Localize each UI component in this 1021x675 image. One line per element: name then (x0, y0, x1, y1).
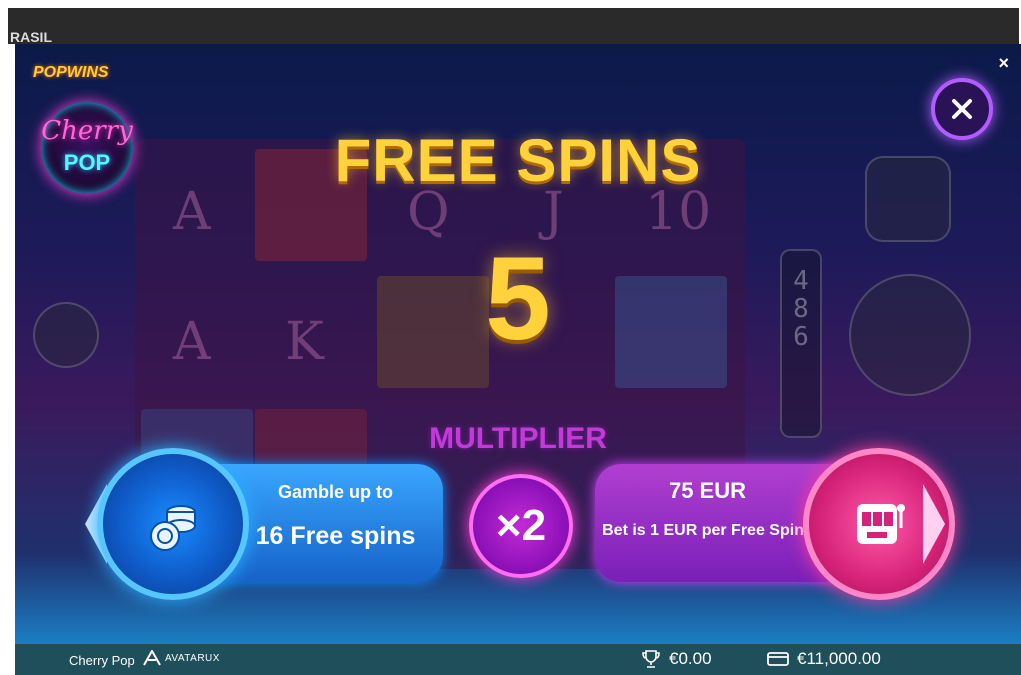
overlay-close-button[interactable]: × (998, 54, 1009, 72)
browser-top-strip: RASIL (0, 0, 1021, 45)
multiplier-x2-badge[interactable]: ×2 (469, 474, 573, 578)
buy-arrow-right[interactable] (923, 484, 945, 564)
site-header-bar (8, 8, 1019, 44)
gamble-line-1: Gamble up to (277, 482, 393, 502)
close-icon (952, 99, 972, 119)
wallet-icon (767, 652, 789, 666)
balance-display: €11,000.00 (767, 649, 881, 669)
footer-bar: Cherry Pop AVATARUX €0.00 €11,000.00 (15, 644, 1021, 675)
balance-amount: €11,000.00 (797, 649, 881, 668)
buy-cost-amount: 75 EUR (668, 478, 747, 503)
win-display: €0.00 (641, 649, 712, 669)
popwins-logo-text: POPWINS (33, 64, 109, 81)
trophy-icon (642, 650, 660, 668)
site-header-text: RASIL (10, 29, 52, 45)
provider-name: AVATARUX (165, 652, 220, 664)
avatarux-logo-icon (143, 650, 161, 666)
provider-logo: AVATARUX (143, 650, 220, 666)
poker-chips-icon (150, 505, 196, 551)
free-spins-title: FREE SPINS (334, 127, 702, 194)
footer-game-name: Cherry Pop (69, 653, 135, 668)
gamble-line-2: 16 Free spins (255, 522, 416, 550)
free-spins-count: 5 (485, 233, 551, 365)
gamble-chip-button[interactable] (97, 448, 249, 600)
win-amount: €0.00 (669, 649, 712, 668)
slot-machine-icon (857, 504, 905, 544)
game-overlay: A Q J 10 A K 4 8 6 POPWINS Cherry POP × … (15, 44, 1021, 644)
buy-cost-note: Bet is 1 EUR per Free Spins (602, 522, 813, 539)
